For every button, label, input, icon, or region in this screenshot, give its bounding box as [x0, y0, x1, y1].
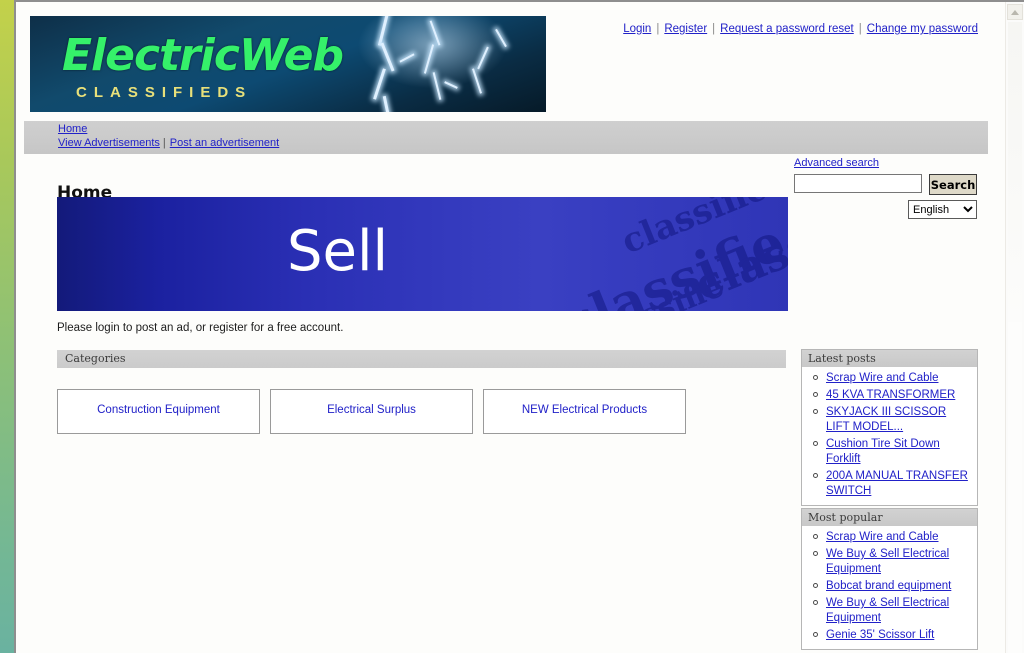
- bullet-icon: [813, 600, 818, 605]
- nav-links-row: View Advertisements | Post an advertisemen…: [58, 137, 279, 149]
- desktop-background: ElectricWeb CLASSIFIEDS Login | Register | R…: [0, 0, 1024, 653]
- lightning-bolt-icon: [380, 42, 395, 72]
- list-item: SKYJACK III SCISSOR LIFT MODEL...: [813, 405, 971, 435]
- category-link[interactable]: NEW Electrical Products: [522, 404, 647, 416]
- sell-hero-banner[interactable]: classifie classifie classifie classifie …: [57, 197, 788, 311]
- scrollbar-thumb[interactable]: [1008, 22, 1022, 322]
- popular-post-link[interactable]: Bobcat brand equipment: [826, 580, 951, 592]
- account-links: Login | Register | Request a password reset |…: [619, 23, 982, 35]
- lightning-bolt-icon: [373, 68, 386, 100]
- breadcrumb: Home: [58, 123, 87, 135]
- lightning-bolt-icon: [477, 46, 489, 70]
- nav-separator: |: [162, 137, 166, 149]
- bullet-icon: [813, 375, 818, 380]
- language-select[interactable]: English: [908, 200, 977, 219]
- advanced-search-link[interactable]: Advanced search: [794, 157, 879, 169]
- list-item: Cushion Tire Sit Down Forklift: [813, 437, 971, 467]
- lightning-bolt-icon: [377, 16, 390, 46]
- bullet-icon: [813, 534, 818, 539]
- panel-title: Most popular: [802, 509, 977, 526]
- scroll-up-button[interactable]: [1007, 4, 1023, 20]
- list-item: We Buy & Sell Electrical Equipment: [813, 547, 971, 577]
- category-link[interactable]: Electrical Surplus: [327, 404, 416, 416]
- latest-posts-list: Scrap Wire and Cable 45 KVA TRANSFORMER …: [802, 371, 977, 499]
- categories-section-header: Categories: [57, 350, 786, 368]
- popular-post-link[interactable]: We Buy & Sell Electrical Equipment: [826, 548, 949, 575]
- lightning-bolt-icon: [382, 95, 391, 112]
- bullet-icon: [813, 409, 818, 414]
- list-item: We Buy & Sell Electrical Equipment: [813, 596, 971, 626]
- latest-post-link[interactable]: Cushion Tire Sit Down Forklift: [826, 438, 940, 465]
- search-button[interactable]: Search: [929, 174, 977, 195]
- search-input[interactable]: [794, 174, 922, 193]
- change-password-link[interactable]: Change my password: [863, 23, 982, 35]
- bullet-icon: [813, 392, 818, 397]
- login-link[interactable]: Login: [619, 23, 655, 35]
- list-item: 45 KVA TRANSFORMER: [813, 388, 971, 403]
- popular-post-link[interactable]: Genie 35' Scissor Lift: [826, 629, 934, 641]
- list-item: Scrap Wire and Cable: [813, 371, 971, 386]
- register-link[interactable]: Register: [660, 23, 711, 35]
- lightning-bolt-icon: [423, 44, 435, 74]
- list-item: Scrap Wire and Cable: [813, 530, 971, 545]
- bullet-icon: [813, 473, 818, 478]
- category-card[interactable]: NEW Electrical Products: [483, 389, 686, 434]
- latest-post-link[interactable]: 45 KVA TRANSFORMER: [826, 389, 955, 401]
- latest-posts-panel: Latest posts Scrap Wire and Cable 45 KVA…: [801, 349, 978, 506]
- bullet-icon: [813, 583, 818, 588]
- panel-title: Latest posts: [802, 350, 977, 367]
- list-item: Bobcat brand equipment: [813, 579, 971, 594]
- masthead: ElectricWeb CLASSIFIEDS Login | Register | R…: [16, 2, 1006, 112]
- list-item: Genie 35' Scissor Lift: [813, 628, 971, 643]
- most-popular-panel: Most popular Scrap Wire and Cable We Buy…: [801, 508, 978, 650]
- login-notice-text: Please login to post an ad, or register …: [57, 322, 344, 334]
- logo-wordmark: ElectricWeb: [62, 30, 344, 81]
- bullet-icon: [813, 551, 818, 556]
- lightning-bolt-icon: [432, 72, 442, 100]
- latest-post-link[interactable]: 200A MANUAL TRANSFER SWITCH: [826, 470, 968, 497]
- bullet-icon: [813, 441, 818, 446]
- breadcrumb-home-link[interactable]: Home: [58, 123, 87, 135]
- nav-view-advertisements-link[interactable]: View Advertisements: [58, 137, 160, 149]
- category-card[interactable]: Construction Equipment: [57, 389, 260, 434]
- banner-headline: Sell: [286, 219, 389, 284]
- list-item: 200A MANUAL TRANSFER SWITCH: [813, 469, 971, 499]
- logo-subtitle: CLASSIFIEDS: [76, 84, 253, 101]
- vertical-scrollbar[interactable]: [1005, 2, 1024, 653]
- most-popular-list: Scrap Wire and Cable We Buy & Sell Elect…: [802, 530, 977, 643]
- site-logo-banner[interactable]: ElectricWeb CLASSIFIEDS: [30, 16, 546, 112]
- latest-post-link[interactable]: Scrap Wire and Cable: [826, 372, 939, 384]
- nav-post-advertisement-link[interactable]: Post an advertisement: [170, 137, 279, 149]
- bullet-icon: [813, 632, 818, 637]
- lightning-bolt-icon: [495, 28, 507, 48]
- lightning-bolt-icon: [444, 81, 458, 89]
- request-password-reset-link[interactable]: Request a password reset: [716, 23, 858, 35]
- popular-post-link[interactable]: We Buy & Sell Electrical Equipment: [826, 597, 949, 624]
- lightning-bolt-icon: [429, 20, 441, 46]
- category-link[interactable]: Construction Equipment: [97, 404, 220, 416]
- scrollbar-track[interactable]: [1008, 322, 1022, 653]
- latest-post-link[interactable]: SKYJACK III SCISSOR LIFT MODEL...: [826, 406, 946, 433]
- category-card[interactable]: Electrical Surplus: [270, 389, 473, 434]
- popular-post-link[interactable]: Scrap Wire and Cable: [826, 531, 939, 543]
- chevron-up-icon: [1011, 10, 1019, 15]
- page-canvas: ElectricWeb CLASSIFIEDS Login | Register | R…: [16, 2, 1006, 653]
- browser-window: ElectricWeb CLASSIFIEDS Login | Register | R…: [14, 0, 1024, 653]
- lightning-bolt-icon: [399, 53, 415, 63]
- primary-navigation-bar: Home View Advertisements | Post an adverti…: [24, 121, 988, 154]
- category-grid: Construction Equipment Electrical Surplu…: [57, 389, 788, 434]
- lightning-bolt-icon: [472, 68, 482, 94]
